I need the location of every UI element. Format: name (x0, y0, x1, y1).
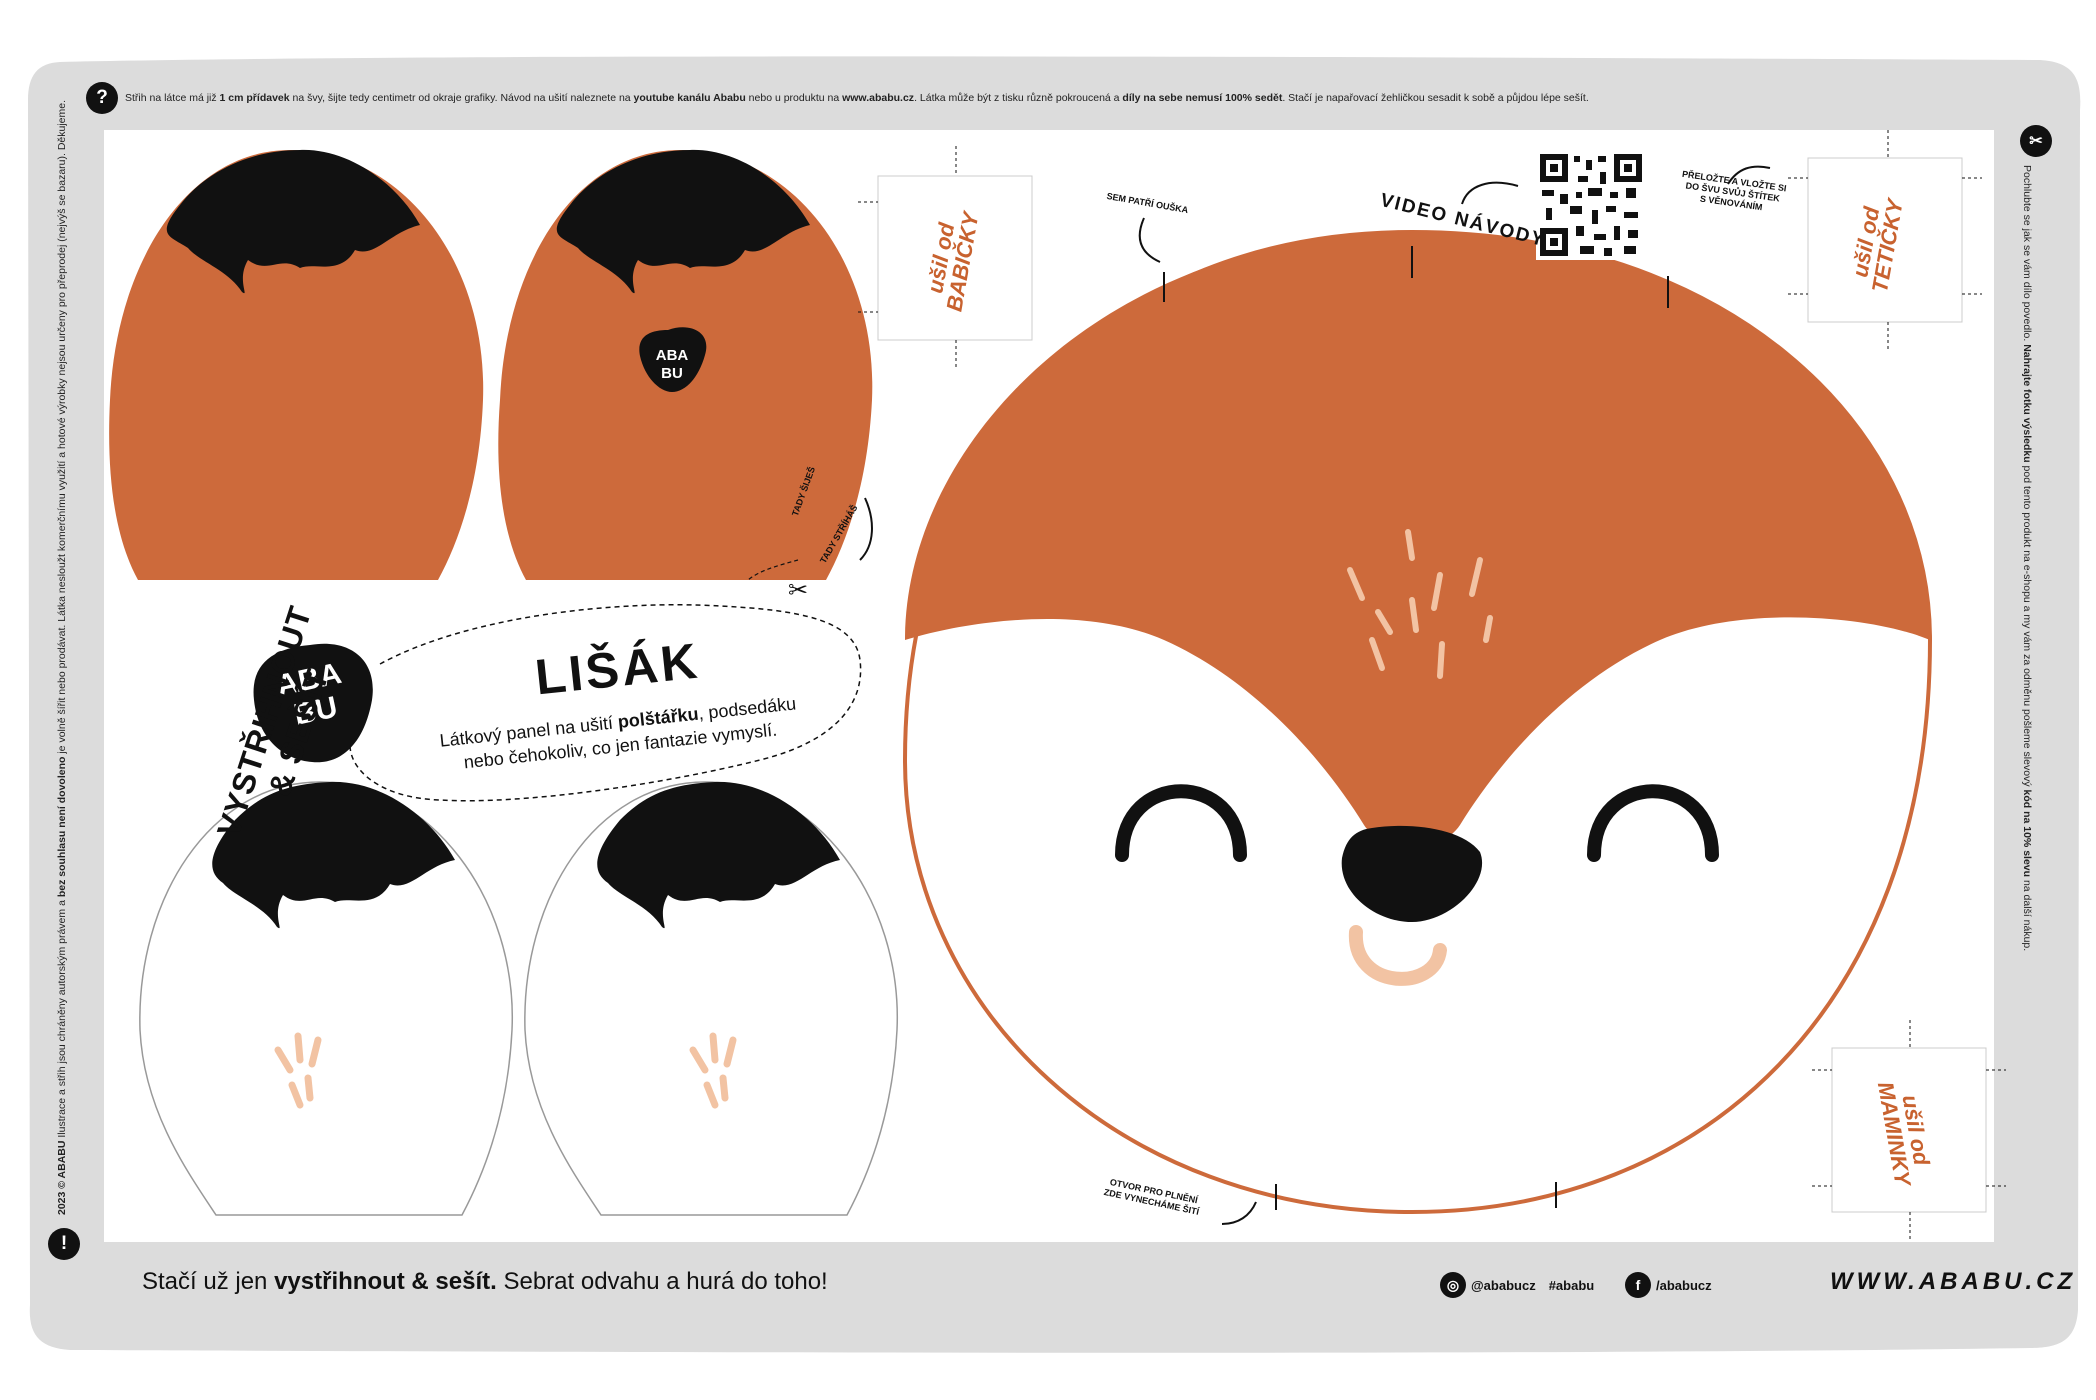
svg-text:ABA: ABA (656, 347, 689, 364)
facebook-handle[interactable]: f /ababucz (1625, 1272, 1712, 1298)
footer-tagline: Stačí už jen vystřihnout & sešít. Sebrat… (142, 1268, 828, 1295)
copyright-note: 2023 © ABABU Ilustrace a střih jsou chrá… (56, 99, 68, 1215)
scissors-icon: ✂ (788, 576, 808, 604)
scissors-icon: ✂ (2020, 125, 2052, 157)
question-icon: ? (86, 82, 118, 114)
qr-code (1536, 150, 1646, 260)
website-link[interactable]: WWW.ABABU.CZ (1830, 1268, 2076, 1296)
facebook-handle-text: /ababucz (1656, 1277, 1712, 1293)
seam-allowance-note: Střih na látce má již 1 cm přídavek na š… (125, 92, 1589, 104)
svg-text:BU: BU (661, 365, 683, 382)
discount-note: Pochlubte se jak se vám dílo povedlo. Na… (2021, 165, 2033, 952)
instagram-icon: ◎ (1440, 1272, 1466, 1298)
exclamation-icon: ! (48, 1228, 80, 1260)
instagram-handle-text: @ababucz (1471, 1277, 1536, 1293)
instagram-handle[interactable]: ◎ @ababucz #ababu (1440, 1272, 1594, 1298)
fox-face (902, 229, 1933, 1215)
instagram-hashtag: #ababu (1548, 1277, 1595, 1293)
facebook-icon: f (1625, 1272, 1651, 1298)
